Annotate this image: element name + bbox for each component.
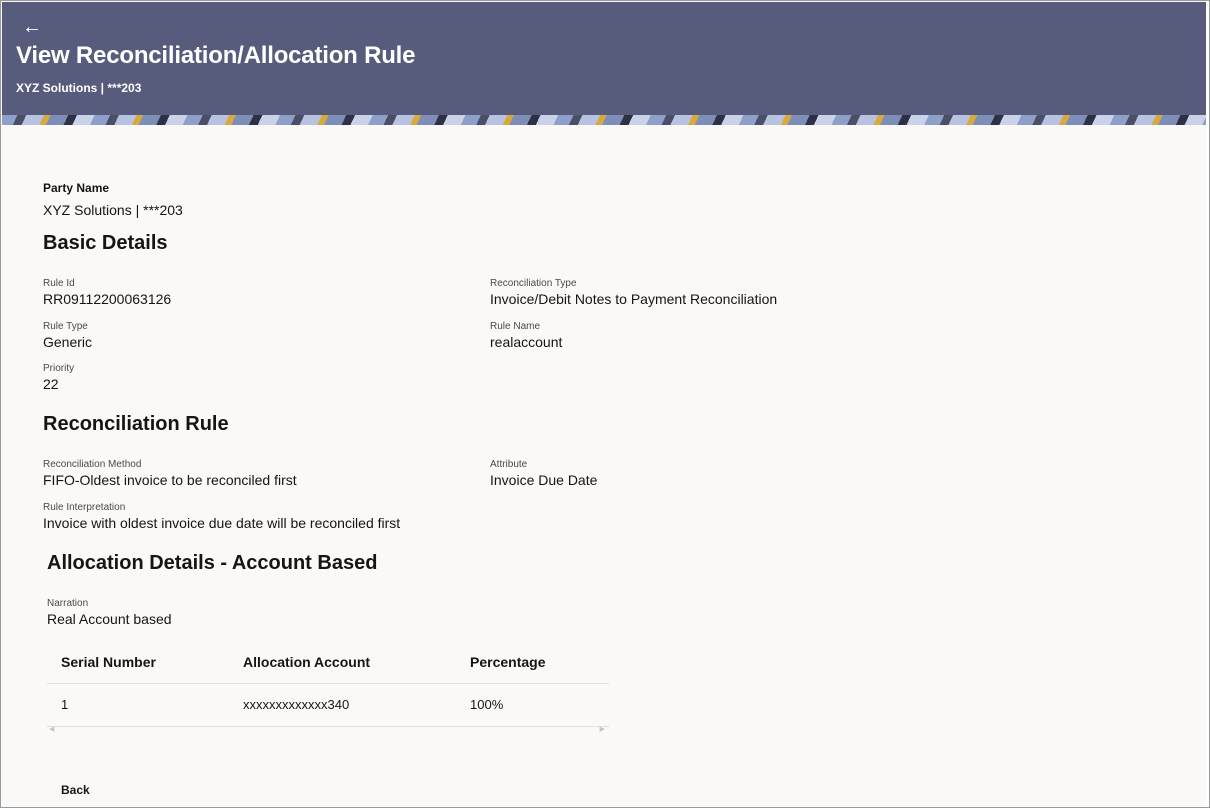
rule-name-value: realaccount xyxy=(490,334,563,350)
percentage-cell: 100% xyxy=(470,697,504,712)
reconciliation-type-label: Reconciliation Type xyxy=(490,278,577,289)
attribute-label: Attribute xyxy=(490,459,528,470)
page-header: ← View Reconciliation/Allocation Rule XY… xyxy=(2,2,1206,115)
narration-value: Real Account based xyxy=(47,611,172,627)
priority-label: Priority xyxy=(43,363,75,374)
scroll-left-icon[interactable]: ◀ xyxy=(49,725,54,733)
reconciliation-method-label: Reconciliation Method xyxy=(43,459,142,470)
rule-interpretation-value: Invoice with oldest invoice due date wil… xyxy=(43,515,401,531)
rule-interpretation-label: Rule Interpretation xyxy=(43,502,126,513)
allocation-details-title: Allocation Details - Account Based xyxy=(47,552,378,574)
table-scrollbar[interactable]: ◀ ▶ xyxy=(47,725,609,735)
header-banner xyxy=(2,115,1206,125)
priority-value: 22 xyxy=(43,376,59,392)
page-subtitle: XYZ Solutions | ***203 xyxy=(16,81,142,95)
table-header: Serial Number Allocation Account Percent… xyxy=(47,641,609,684)
window-edge xyxy=(1206,1,1209,807)
allocation-account-cell: xxxxxxxxxxxxx340 xyxy=(243,697,350,712)
rule-name-label: Rule Name xyxy=(490,321,541,332)
column-percentage: Percentage xyxy=(470,654,546,670)
column-allocation-account: Allocation Account xyxy=(243,654,371,670)
party-name-label: Party Name xyxy=(43,181,110,195)
narration-label: Narration xyxy=(47,598,89,609)
allocation-table: Serial Number Allocation Account Percent… xyxy=(47,641,609,727)
serial-number-cell: 1 xyxy=(61,697,69,712)
column-serial-number: Serial Number xyxy=(61,654,156,670)
rule-type-label: Rule Type xyxy=(43,321,88,332)
rule-id-value: RR09112200063126 xyxy=(43,291,172,307)
app-window: ← View Reconciliation/Allocation Rule XY… xyxy=(0,0,1210,808)
reconciliation-method-value: FIFO-Oldest invoice to be reconciled fir… xyxy=(43,472,297,488)
reconciliation-rule-title: Reconciliation Rule xyxy=(43,413,229,435)
rule-type-value: Generic xyxy=(43,334,93,350)
back-button[interactable]: Back xyxy=(61,783,90,797)
page-title: View Reconciliation/Allocation Rule xyxy=(16,42,416,69)
rule-id-label: Rule Id xyxy=(43,278,75,289)
scroll-right-icon[interactable]: ▶ xyxy=(600,725,605,733)
arrow-left-icon[interactable]: ← xyxy=(22,16,44,38)
attribute-value: Invoice Due Date xyxy=(490,472,598,488)
party-name-value: XYZ Solutions | ***203 xyxy=(43,202,183,218)
basic-details-title: Basic Details xyxy=(43,232,168,254)
reconciliation-type-value: Invoice/Debit Notes to Payment Reconcili… xyxy=(490,291,778,307)
table-row: 1 xxxxxxxxxxxxx340 100% xyxy=(47,684,609,727)
